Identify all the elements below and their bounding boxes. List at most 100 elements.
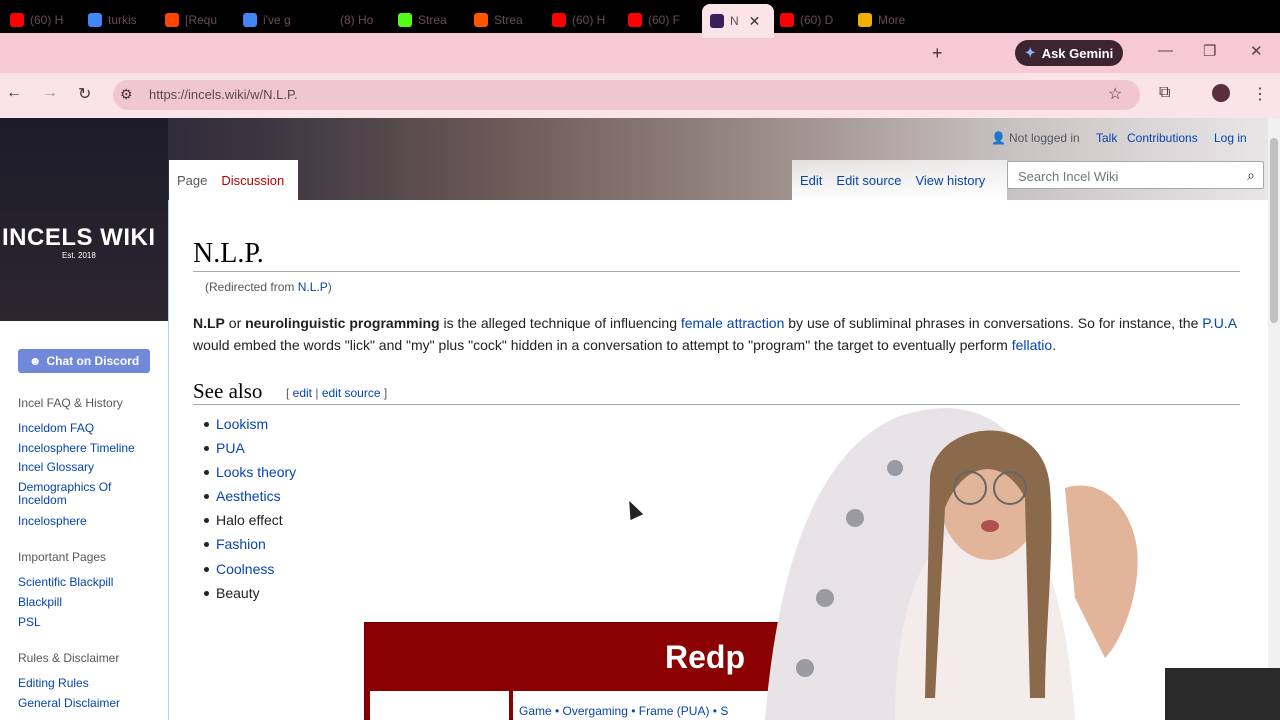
browser-tab[interactable]: turkis bbox=[88, 7, 148, 33]
tab-edit[interactable]: Edit bbox=[800, 173, 822, 188]
minimize-icon[interactable]: — bbox=[1158, 42, 1173, 59]
tab-label: (8) Ho bbox=[340, 13, 374, 27]
page-title: N.L.P. bbox=[193, 238, 264, 269]
menu-icon[interactable]: ⋮ bbox=[1252, 84, 1268, 104]
close-window-icon[interactable]: ✕ bbox=[1250, 42, 1263, 60]
sidebar-item[interactable]: Inceldom FAQ bbox=[18, 422, 158, 435]
tab-discussion[interactable]: Discussion bbox=[221, 173, 284, 188]
tab-label: turkis bbox=[108, 13, 137, 27]
search-placeholder: Search Incel Wiki bbox=[1018, 169, 1119, 184]
navbox-cell bbox=[370, 691, 509, 720]
sidebar-heading: Important Pages bbox=[18, 550, 107, 564]
bookmark-star-icon[interactable]: ☆ bbox=[1108, 84, 1122, 104]
wiki-logo[interactable]: INCELS WIKI Est. 2018 bbox=[0, 118, 168, 321]
webcam-overlay bbox=[765, 408, 1280, 720]
reload-icon[interactable]: ↻ bbox=[78, 84, 91, 104]
separator: | bbox=[312, 386, 322, 400]
para-text: is the alleged technique of influencing bbox=[439, 315, 681, 331]
browser-tab[interactable]: (60) D bbox=[780, 7, 840, 33]
list-item[interactable]: Halo effect bbox=[203, 508, 296, 532]
browser-tab[interactable]: More bbox=[858, 7, 918, 33]
tab-favicon-icon bbox=[398, 13, 412, 27]
list-item[interactable]: Coolness bbox=[203, 557, 296, 581]
discord-button[interactable]: ☻ Chat on Discord bbox=[18, 349, 150, 373]
bracket: [ bbox=[286, 386, 293, 400]
tab-edit-source[interactable]: Edit source bbox=[836, 173, 901, 188]
browser-tab[interactable]: Strea bbox=[398, 7, 458, 33]
tab-page[interactable]: Page bbox=[177, 173, 207, 188]
talk-link[interactable]: Talk bbox=[1096, 131, 1117, 145]
scrollbar-thumb[interactable] bbox=[1270, 138, 1278, 323]
browser-tab[interactable]: [Requ bbox=[165, 7, 225, 33]
pua-link[interactable]: P.U.A bbox=[1202, 315, 1236, 331]
browser-tab[interactable]: i've g bbox=[243, 7, 303, 33]
browser-tab[interactable]: (60) H bbox=[10, 7, 70, 33]
wiki-search-input[interactable]: Search Incel Wiki ⌕ bbox=[1007, 161, 1264, 189]
list-item[interactable]: Looks theory bbox=[203, 460, 296, 484]
para-text: . bbox=[1052, 337, 1057, 353]
ask-gemini-button[interactable]: ✦ Ask Gemini bbox=[1015, 40, 1123, 66]
list-item[interactable]: Fashion bbox=[203, 532, 296, 556]
redirect-link[interactable]: N.L.P bbox=[298, 280, 328, 294]
back-icon[interactable]: ← bbox=[6, 84, 22, 102]
female-attraction-link[interactable]: female attraction bbox=[681, 315, 785, 331]
ask-gemini-label: Ask Gemini bbox=[1041, 45, 1114, 61]
sidebar-item[interactable]: Blackpill bbox=[18, 596, 158, 609]
tab-favicon-icon bbox=[165, 13, 179, 27]
intro-paragraph: N.LP or neurolinguistic programming is t… bbox=[193, 312, 1243, 356]
redirect-suffix: ) bbox=[327, 280, 332, 294]
forward-icon[interactable]: → bbox=[42, 84, 58, 102]
sidebar-item[interactable]: General Disclaimer bbox=[18, 697, 158, 710]
site-info-icon[interactable]: ⚙ bbox=[120, 86, 133, 103]
contributions-link[interactable]: Contributions bbox=[1127, 131, 1198, 145]
sidebar-item[interactable]: Editing Rules bbox=[18, 677, 158, 690]
browser-tab[interactable]: N ✕ bbox=[702, 4, 774, 38]
new-tab-button[interactable]: + bbox=[932, 40, 943, 66]
extensions-icon[interactable]: ⧉ bbox=[1159, 84, 1170, 102]
tab-label: (60) F bbox=[648, 13, 681, 27]
close-tab-icon[interactable]: ✕ bbox=[749, 13, 761, 30]
sidebar-item[interactable]: Scientific Blackpill bbox=[18, 576, 158, 589]
url-text[interactable]: https://incels.wiki/w/N.L.P. bbox=[149, 87, 298, 102]
tab-view-history[interactable]: View history bbox=[915, 173, 985, 188]
sidebar-item[interactable]: Demographics Of Inceldom bbox=[18, 481, 128, 507]
browser-tab[interactable]: (60) H bbox=[552, 7, 612, 33]
fellatio-link[interactable]: fellatio bbox=[1012, 337, 1052, 353]
section-edit-link[interactable]: edit bbox=[293, 386, 312, 400]
sidebar-item[interactable]: Incelosphere Timeline bbox=[18, 442, 158, 455]
search-icon[interactable]: ⌕ bbox=[1247, 167, 1255, 184]
sidebar-item[interactable]: Incel Glossary bbox=[18, 461, 158, 474]
tab-favicon-icon bbox=[552, 13, 566, 27]
tab-favicon-icon bbox=[780, 13, 794, 27]
sidebar-item[interactable]: PSL bbox=[18, 616, 158, 629]
list-item[interactable]: PUA bbox=[203, 436, 296, 460]
gemini-icon: ✦ bbox=[1024, 45, 1036, 60]
tab-favicon-icon bbox=[320, 13, 334, 27]
logo-subtitle: Est. 2018 bbox=[62, 251, 96, 260]
sidebar-item[interactable]: Incelosphere bbox=[18, 515, 158, 528]
tab-label: Strea bbox=[418, 13, 447, 27]
browser-tab[interactable]: Strea bbox=[474, 7, 534, 33]
browser-tab[interactable]: (60) F bbox=[628, 7, 688, 33]
page-tabs: Page Discussion bbox=[169, 160, 298, 200]
tab-favicon-icon bbox=[858, 13, 872, 27]
para-text: would embed the words "lick" and "my" pl… bbox=[193, 337, 1012, 353]
login-link[interactable]: Log in bbox=[1214, 131, 1247, 145]
navbox: Redp Game • Overgaming • Frame (PUA) • S bbox=[364, 622, 784, 720]
tab-label: (60) H bbox=[30, 13, 64, 27]
list-item[interactable]: Lookism bbox=[203, 412, 296, 436]
para-text: or bbox=[224, 315, 246, 331]
restore-icon[interactable]: ❐ bbox=[1203, 42, 1216, 60]
browser-tab[interactable]: (8) Ho bbox=[320, 7, 380, 33]
navbox-links[interactable]: Game • Overgaming • Frame (PUA) • S bbox=[519, 704, 728, 718]
list-item[interactable]: Aesthetics bbox=[203, 484, 296, 508]
logo-title: INCELS WIKI bbox=[2, 224, 156, 251]
section-heading-see-also: See also bbox=[193, 379, 263, 403]
tab-favicon-icon bbox=[628, 13, 642, 27]
tab-label: (60) H bbox=[572, 13, 606, 27]
profile-avatar[interactable] bbox=[1212, 84, 1230, 102]
section-edit-source-link[interactable]: edit source bbox=[322, 386, 381, 400]
sidebar-heading: Incel FAQ & History bbox=[18, 396, 123, 410]
list-item[interactable]: Beauty bbox=[203, 581, 296, 605]
sidebar-heading: Rules & Disclaimer bbox=[18, 651, 120, 665]
